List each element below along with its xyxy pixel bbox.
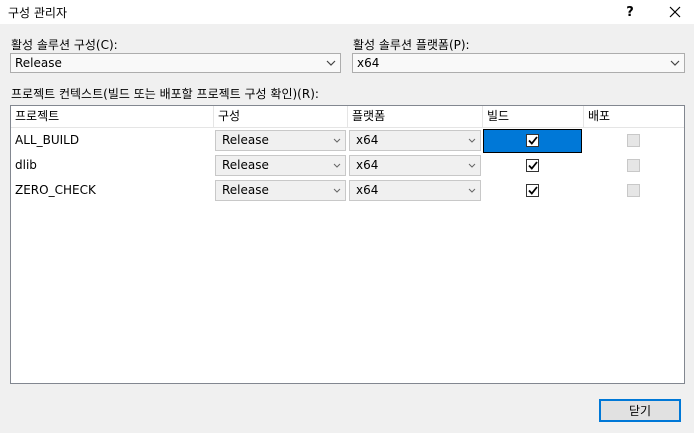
checkmark-icon: [527, 161, 538, 170]
deploy-checkbox[interactable]: [627, 184, 640, 197]
project-context-grid: 프로젝트 구성 플랫폼 빌드 배포 ALL_BUILD Release x64 …: [10, 105, 685, 384]
project-name: dlib: [15, 158, 37, 172]
window-title: 구성 관리자: [8, 6, 68, 20]
close-icon: [669, 6, 681, 18]
chevron-down-icon: [468, 181, 476, 200]
deploy-checkbox[interactable]: [627, 134, 640, 147]
column-header-deploy[interactable]: 배포: [584, 106, 684, 128]
row-config-value: Release: [222, 158, 269, 172]
row-platform-value: x64: [356, 158, 379, 172]
chevron-down-icon: [333, 181, 341, 200]
solution-platform-label: 활성 솔루션 플랫폼(P):: [353, 38, 470, 52]
window-close-button[interactable]: [660, 0, 690, 24]
column-header-project[interactable]: 프로젝트: [11, 106, 214, 128]
project-name: ALL_BUILD: [15, 133, 80, 147]
project-context-label: 프로젝트 컨텍스트(빌드 또는 배포할 프로젝트 구성 확인)(R):: [11, 87, 319, 101]
build-checkbox[interactable]: [526, 159, 539, 172]
solution-config-label: 활성 솔루션 구성(C):: [11, 38, 118, 52]
solution-config-value: Release: [15, 56, 62, 70]
title-bar: 구성 관리자 ?: [0, 0, 694, 24]
column-header-configuration[interactable]: 구성: [214, 106, 348, 128]
column-header-build[interactable]: 빌드: [483, 106, 584, 128]
chevron-down-icon: [333, 156, 341, 175]
row-config-value: Release: [222, 133, 269, 147]
solution-config-select[interactable]: Release: [10, 53, 341, 73]
chevron-down-icon: [333, 131, 341, 150]
row-config-select[interactable]: Release: [215, 130, 346, 151]
chevron-down-icon: [468, 156, 476, 175]
table-row[interactable]: ZERO_CHECK Release x64: [11, 178, 684, 203]
solution-platform-value: x64: [357, 56, 380, 70]
row-config-value: Release: [222, 183, 269, 197]
chevron-down-icon: [670, 54, 680, 72]
chevron-down-icon: [468, 131, 476, 150]
row-platform-value: x64: [356, 133, 379, 147]
row-config-select[interactable]: Release: [215, 155, 346, 176]
checkmark-icon: [527, 186, 538, 195]
row-platform-select[interactable]: x64: [349, 155, 481, 176]
checkmark-icon: [527, 136, 538, 145]
chevron-down-icon: [326, 54, 336, 72]
build-checkbox[interactable]: [526, 184, 539, 197]
deploy-checkbox[interactable]: [627, 159, 640, 172]
table-row[interactable]: ALL_BUILD Release x64: [11, 128, 684, 153]
project-name: ZERO_CHECK: [15, 183, 96, 197]
row-config-select[interactable]: Release: [215, 180, 346, 201]
table-row[interactable]: dlib Release x64: [11, 153, 684, 178]
row-platform-select[interactable]: x64: [349, 130, 481, 151]
help-button[interactable]: ?: [615, 0, 645, 24]
row-platform-select[interactable]: x64: [349, 180, 481, 201]
column-header-platform[interactable]: 플랫폼: [348, 106, 483, 128]
solution-platform-select[interactable]: x64: [352, 53, 685, 73]
row-platform-value: x64: [356, 183, 379, 197]
build-checkbox[interactable]: [526, 134, 539, 147]
close-button[interactable]: 닫기: [599, 399, 681, 422]
